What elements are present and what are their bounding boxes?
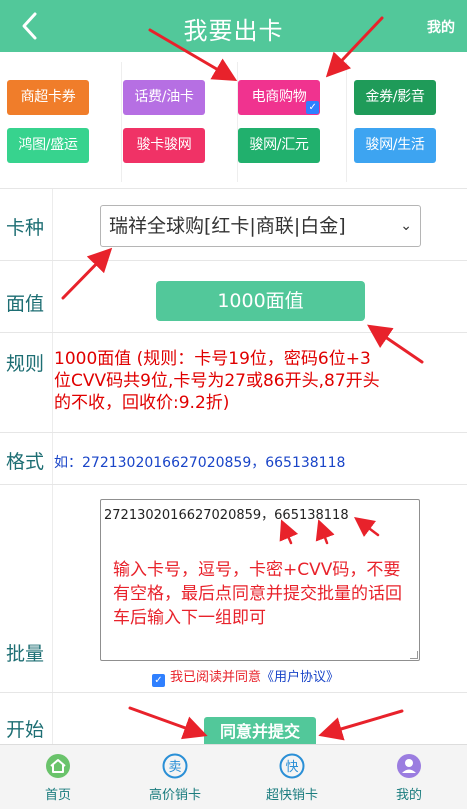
card-type-select[interactable]: 瑞祥全球购[红卡|商联|白金] ⌄ — [100, 205, 421, 247]
tab-mine[interactable]: 我的 — [351, 745, 467, 809]
category-label: 商超卡券 — [20, 89, 76, 105]
batch-input[interactable]: 2721302016627020859，665138118 输入卡号，逗号，卡密… — [100, 499, 420, 661]
start-row: 开始 同意并提交 — [0, 692, 467, 747]
tab-high-price[interactable]: 卖 高价销卡 — [117, 745, 233, 809]
category-button[interactable]: 骏网/生活 — [354, 128, 436, 163]
category-button[interactable]: 商超卡券 — [7, 80, 89, 115]
card-type-label: 卡种 — [6, 217, 45, 239]
category-label: 骏卡骏网 — [136, 137, 192, 153]
format-row: 格式 如：2721302016627020859，665138118 — [0, 432, 467, 484]
grid-divider — [121, 62, 122, 182]
page-title: 我要出卡 — [183, 17, 284, 45]
selected-check-icon: ✓ — [306, 101, 319, 114]
tab-label: 超快销卡 — [265, 788, 318, 803]
card-type-row: 卡种 瑞祥全球购[红卡|商联|白金] ⌄ — [0, 188, 467, 260]
category-button[interactable]: 骏卡骏网 — [123, 128, 205, 163]
category-label: 话费/油卡 — [134, 89, 194, 105]
category-label: 骏网/生活 — [365, 137, 425, 153]
format-example: 如：2721302016627020859，665138118 — [54, 455, 346, 471]
row-divider — [52, 333, 53, 432]
svg-text:快: 快 — [285, 760, 298, 775]
rule-label: 规则 — [6, 353, 45, 375]
my-account-link[interactable]: 我的 — [427, 17, 455, 37]
bottom-tab-bar: 首页 卖 高价销卡 快 超快销卡 我的 — [0, 744, 467, 809]
category-label: 金券/影音 — [365, 89, 425, 105]
tab-fast-sell[interactable]: 快 超快销卡 — [234, 745, 350, 809]
face-value-row: 面值 1000面值 — [0, 260, 467, 332]
agree-submit-button[interactable]: 同意并提交 — [204, 717, 316, 747]
sell-icon: 卖 — [162, 753, 188, 779]
svg-text:卖: 卖 — [168, 760, 181, 775]
start-label: 开始 — [6, 719, 45, 741]
tab-home[interactable]: 首页 — [0, 745, 116, 809]
face-value-label: 面值 — [6, 293, 45, 315]
agreement-text: 我已阅读并同意 — [170, 670, 262, 685]
category-button-selected[interactable]: 电商购物 ✓ — [238, 80, 320, 115]
category-button[interactable]: 骏网/汇元 — [238, 128, 320, 163]
chevron-down-icon: ⌄ — [400, 218, 412, 234]
row-divider — [52, 693, 53, 744]
grid-divider — [346, 62, 347, 182]
batch-input-value: 2721302016627020859，665138118 — [104, 508, 349, 523]
card-type-selected-value: 瑞祥全球购[红卡|商联|白金] — [109, 215, 346, 237]
batch-label: 批量 — [6, 643, 45, 665]
category-label: 电商购物 — [251, 89, 307, 105]
category-label: 骏网/汇元 — [249, 137, 309, 153]
user-icon — [397, 754, 421, 778]
row-divider — [52, 485, 53, 692]
row-divider — [52, 261, 53, 332]
rule-text: 1000面值 (规则：卡号19位，密码6位+3位CVV码共9位,卡号为27或86… — [54, 349, 380, 413]
top-header: 我要出卡 我的 — [0, 0, 467, 52]
tab-label: 高价销卡 — [148, 788, 201, 803]
rule-row: 规则 1000面值 (规则：卡号19位，密码6位+3位CVV码共9位,卡号为27… — [0, 332, 467, 432]
resize-handle[interactable] — [410, 651, 418, 659]
row-divider — [52, 433, 53, 484]
category-button[interactable]: 金券/影音 — [354, 80, 436, 115]
category-button[interactable]: 话费/油卡 — [123, 80, 205, 115]
tab-label: 我的 — [395, 788, 422, 803]
tab-label: 首页 — [44, 788, 71, 803]
category-label: 鸿图/盛运 — [18, 137, 78, 153]
agreement-row[interactable]: ✓ 我已阅读并同意《用户协议》 — [152, 666, 339, 687]
format-label: 格式 — [6, 451, 45, 473]
user-agreement-link[interactable]: 《用户协议》 — [261, 670, 339, 685]
batch-instruction-annotation: 输入卡号，逗号，卡密+CVV码，不要有空格，最后点同意并提交批量的话回车后输入下… — [113, 560, 402, 628]
agreement-checkbox[interactable]: ✓ — [152, 674, 165, 687]
category-button[interactable]: 鸿图/盛运 — [7, 128, 89, 163]
batch-row: 批量 2721302016627020859，665138118 输入卡号，逗号… — [0, 484, 467, 692]
row-divider — [52, 189, 53, 260]
fast-icon: 快 — [279, 753, 305, 779]
home-icon — [46, 754, 70, 778]
face-value-button[interactable]: 1000面值 — [156, 281, 365, 321]
